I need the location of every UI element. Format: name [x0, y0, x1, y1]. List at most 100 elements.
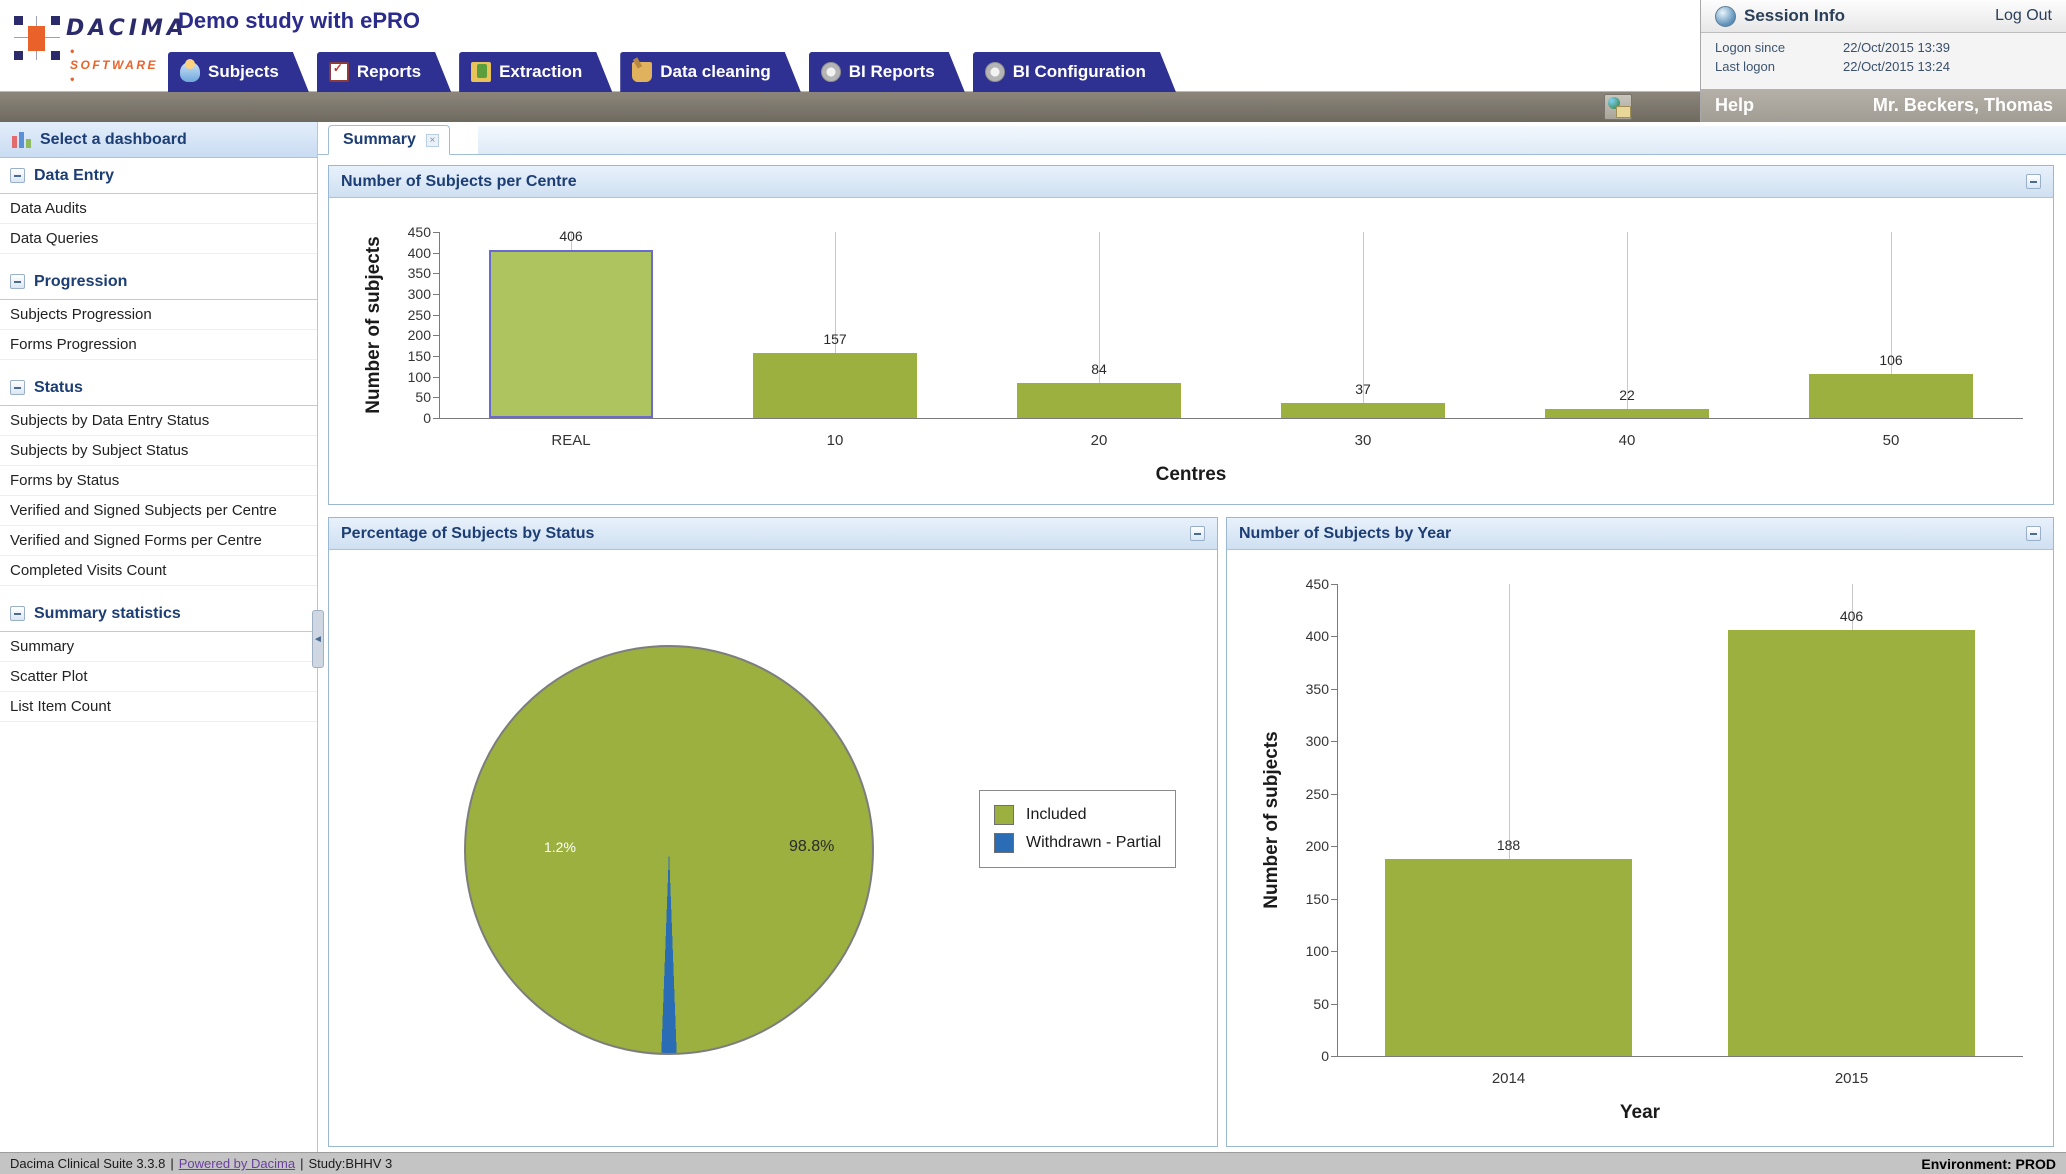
y-axis-tick-mark	[1331, 794, 1338, 795]
sidebar-item-data-queries[interactable]: Data Queries	[0, 224, 317, 254]
collapse-minus-icon[interactable]	[10, 380, 25, 395]
sidebar-item-subjects-progression[interactable]: Subjects Progression	[0, 300, 317, 330]
panel-title: Number of Subjects per Centre	[341, 173, 577, 191]
collapse-minus-icon[interactable]	[10, 168, 25, 183]
tab-summary[interactable]: Summary ×	[328, 125, 450, 155]
sidebar-item-forms-progression[interactable]: Forms Progression	[0, 330, 317, 360]
y-axis-tick-mark	[433, 253, 440, 254]
pie-slice-label-withdrawn: 1.2%	[544, 839, 576, 855]
chart-percentage-by-status[interactable]: 98.8% 1.2% Included Withdrawn - Partial	[329, 550, 1217, 1146]
panel-collapse-icon[interactable]	[2026, 174, 2041, 189]
y-axis-tick-label: 100	[387, 369, 431, 385]
help-link[interactable]: Help	[1715, 95, 1754, 116]
legend-swatch	[994, 833, 1014, 853]
sidebar-spacer	[0, 254, 317, 264]
bar[interactable]	[1728, 630, 1975, 1056]
pie-legend: Included Withdrawn - Partial	[979, 790, 1176, 868]
sidebar-item-label: Summary	[10, 638, 74, 655]
sidebar-collapse-handle[interactable]: ◄	[312, 610, 324, 668]
clipboard-icon	[329, 62, 349, 82]
sidebar-item-subjects-by-data-entry-status[interactable]: Subjects by Data Entry Status	[0, 406, 317, 436]
globe-folder-icon[interactable]	[1604, 94, 1632, 120]
logout-link[interactable]: Log Out	[1995, 7, 2052, 25]
collapse-minus-icon[interactable]	[10, 274, 25, 289]
bar[interactable]	[489, 250, 653, 418]
legend-label: Included	[1026, 806, 1087, 824]
panel-collapse-icon[interactable]	[1190, 526, 1205, 541]
sidebar-item-verified-signed-forms-per-centre[interactable]: Verified and Signed Forms per Centre	[0, 526, 317, 556]
y-axis-tick-label: 400	[387, 245, 431, 261]
gear-icon	[821, 62, 841, 82]
chart-subjects-by-year[interactable]: 0501001502002503003504004501882014406201…	[1227, 550, 2053, 1146]
bar-value-label: 106	[1879, 352, 1902, 368]
nav-tab-reports[interactable]: Reports	[317, 52, 451, 92]
sidebar-item-verified-signed-subjects-per-centre[interactable]: Verified and Signed Subjects per Centre	[0, 496, 317, 526]
x-axis-line	[439, 418, 2023, 419]
bar[interactable]	[1809, 374, 1973, 418]
nav-tab-data-cleaning[interactable]: Data cleaning	[620, 52, 801, 92]
sidebar-item-label: List Item Count	[10, 698, 111, 715]
bar[interactable]	[1281, 403, 1445, 418]
legend-row[interactable]: Included	[994, 801, 1161, 829]
sidebar-item-label: Forms Progression	[10, 336, 137, 353]
y-axis-tick-mark	[433, 232, 440, 233]
environment-label: Environment: PROD	[1921, 1156, 2056, 1172]
close-icon[interactable]: ×	[426, 134, 439, 147]
sidebar-item-scatter-plot[interactable]: Scatter Plot	[0, 662, 317, 692]
y-axis-line	[1337, 584, 1338, 1056]
y-axis-tick-mark	[433, 294, 440, 295]
nav-tab-subjects[interactable]: Subjects	[168, 52, 309, 92]
bar[interactable]	[1017, 383, 1181, 418]
panel-collapse-icon[interactable]	[2026, 526, 2041, 541]
y-axis-tick-mark	[1331, 1056, 1338, 1057]
y-axis-tick-mark	[433, 273, 440, 274]
last-logon-label: Last logon	[1715, 57, 1843, 76]
pie-slice-label-included: 98.8%	[789, 838, 834, 856]
powered-by-link[interactable]: Powered by Dacima	[179, 1156, 295, 1171]
sidebar-group-progression[interactable]: Progression	[0, 264, 317, 300]
legend-row[interactable]: Withdrawn - Partial	[994, 829, 1161, 857]
sidebar-item-label: Verified and Signed Subjects per Centre	[10, 502, 277, 519]
collapse-minus-icon[interactable]	[10, 606, 25, 621]
logon-since-row: Logon since 22/Oct/2015 13:39	[1715, 38, 2052, 57]
y-axis-tick-label: 450	[1285, 576, 1329, 592]
sidebar-item-forms-by-status[interactable]: Forms by Status	[0, 466, 317, 496]
y-axis-tick-mark	[1331, 636, 1338, 637]
sidebar-item-data-audits[interactable]: Data Audits	[0, 194, 317, 224]
sidebar-item-summary[interactable]: Summary	[0, 632, 317, 662]
y-axis-tick-label: 350	[387, 265, 431, 281]
sidebar-group-status[interactable]: Status	[0, 370, 317, 406]
footer-separator: |	[165, 1156, 178, 1171]
y-axis-tick-label: 150	[1285, 891, 1329, 907]
y-axis-tick-label: 200	[387, 327, 431, 343]
nav-tab-bi-reports[interactable]: BI Reports	[809, 52, 965, 92]
x-axis-tick-label: 2015	[1835, 1070, 1868, 1087]
chart-subjects-per-centre[interactable]: 050100150200250300350400450406REAL157108…	[329, 198, 2053, 504]
bar[interactable]	[753, 353, 917, 418]
nav-tab-bi-configuration[interactable]: BI Configuration	[973, 52, 1176, 92]
y-axis-tick-label: 150	[387, 348, 431, 364]
sidebar-item-completed-visits-count[interactable]: Completed Visits Count	[0, 556, 317, 586]
panel-header: Percentage of Subjects by Status	[329, 518, 1217, 550]
nav-tab-extraction[interactable]: Extraction	[459, 52, 612, 92]
sidebar-group-data-entry[interactable]: Data Entry	[0, 158, 317, 194]
sidebar-item-list-item-count[interactable]: List Item Count	[0, 692, 317, 722]
logo-mark-icon	[14, 16, 60, 60]
panel-title: Number of Subjects by Year	[1239, 525, 1451, 543]
y-axis-tick-label: 0	[1285, 1048, 1329, 1064]
y-axis-tick-label: 50	[1285, 996, 1329, 1012]
x-axis-tick-label: REAL	[551, 432, 590, 449]
y-axis-tick-label: 250	[387, 307, 431, 323]
y-axis-tick-label: 50	[387, 389, 431, 405]
y-axis-title: Number of subjects	[1261, 731, 1283, 908]
last-logon-value: 22/Oct/2015 13:24	[1843, 57, 1950, 76]
sidebar-group-summary-statistics[interactable]: Summary statistics	[0, 596, 317, 632]
main-navigation-tabs: Subjects Reports Extraction Data cleanin…	[168, 44, 1184, 92]
sidebar-group-label: Data Entry	[34, 167, 114, 185]
footer-separator: |	[295, 1156, 308, 1171]
bar[interactable]	[1545, 409, 1709, 418]
sidebar-item-subjects-by-subject-status[interactable]: Subjects by Subject Status	[0, 436, 317, 466]
y-axis-title: Number of subjects	[363, 236, 385, 413]
y-axis-tick-mark	[1331, 899, 1338, 900]
bar[interactable]	[1385, 859, 1632, 1056]
